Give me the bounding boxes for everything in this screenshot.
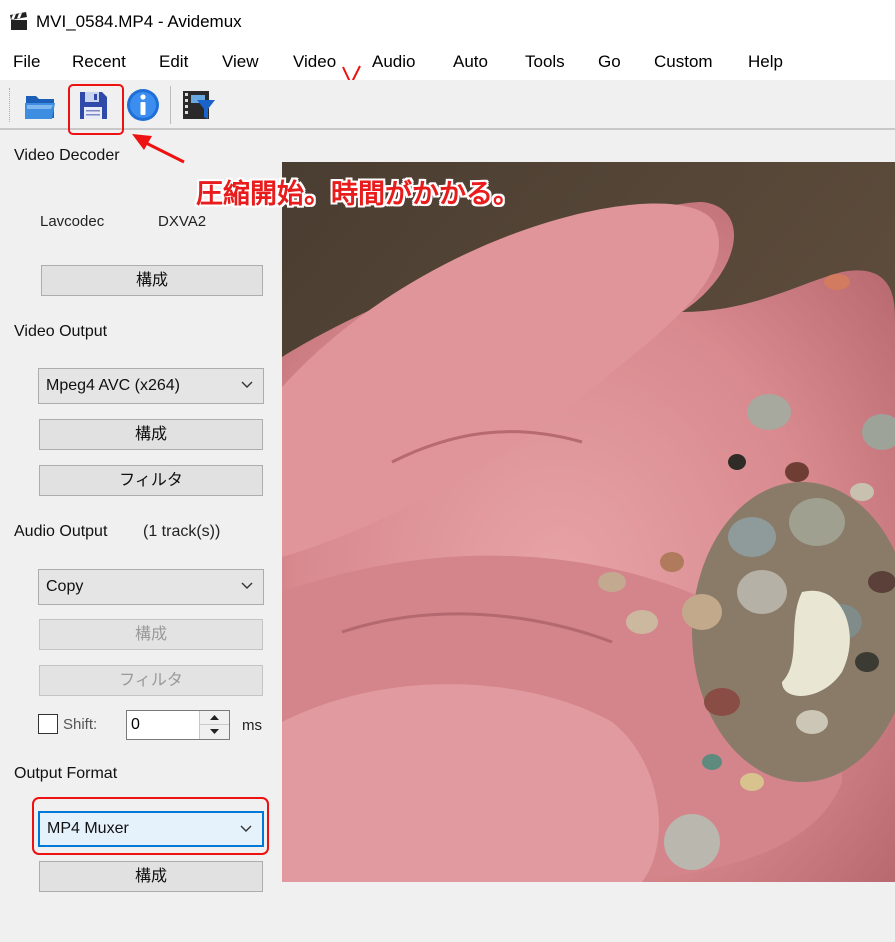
video-frame-image (282, 162, 895, 882)
video-encoder-value: Mpeg4 AVC (x264) (46, 377, 180, 394)
filter-icon[interactable] (180, 86, 218, 124)
triangle-down-icon (210, 729, 219, 734)
chevron-down-icon (241, 381, 253, 388)
annotation-text: 圧縮開始。時間がかかる。 (196, 179, 520, 209)
video-decoder-heading: Video Decoder (14, 147, 120, 164)
toolbar-grip (9, 88, 12, 122)
triangle-up-icon (210, 715, 219, 720)
spin-down-button[interactable] (200, 725, 229, 739)
menu-view[interactable]: View (222, 52, 259, 72)
menu-recent[interactable]: Recent (72, 52, 126, 72)
menu-audio[interactable]: Audio (372, 52, 415, 72)
audio-encoder-value: Copy (46, 578, 84, 595)
window-title: MVI_0584.MP4 - Avidemux (36, 12, 242, 31)
video-encoder-select[interactable]: Mpeg4 AVC (x264) (38, 368, 264, 404)
info-icon[interactable] (124, 86, 162, 124)
menu-edit[interactable]: Edit (159, 52, 188, 72)
menu-custom[interactable]: Custom (654, 52, 713, 72)
output-format-highlight (32, 797, 269, 855)
video-preview[interactable] (282, 162, 895, 882)
output-format-heading: Output Format (14, 765, 118, 782)
save-button-highlight (68, 84, 124, 135)
decoder-configure-button[interactable]: 構成 (41, 265, 263, 296)
video-configure-button[interactable]: 構成 (39, 419, 263, 450)
chevron-down-icon (241, 582, 253, 589)
menu-video[interactable]: Video (293, 52, 336, 72)
title-bar: MVI_0584.MP4 - Avidemux (0, 0, 895, 44)
clapperboard-icon (9, 12, 29, 32)
spin-up-button[interactable] (200, 711, 229, 725)
menu-go[interactable]: Go (598, 52, 621, 72)
shift-value: 0 (131, 716, 140, 733)
audio-configure-button[interactable]: 構成 (39, 619, 263, 650)
annotation-arrow (132, 134, 185, 164)
decoder-codec-label: Lavcodec (40, 213, 105, 230)
toolbar-separator (170, 86, 171, 124)
menu-tools[interactable]: Tools (525, 52, 565, 72)
toolbar (0, 80, 895, 130)
menu-help[interactable]: Help (748, 52, 783, 72)
shift-unit: ms (242, 717, 262, 734)
spin-buttons (199, 711, 229, 739)
open-folder-icon[interactable] (22, 86, 60, 124)
video-filter-button[interactable]: フィルタ (39, 465, 263, 496)
menu-file[interactable]: File (13, 52, 40, 72)
audio-track-count: (1 track(s)) (143, 523, 221, 540)
menu-auto[interactable]: Auto (453, 52, 488, 72)
audio-filter-button[interactable]: フィルタ (39, 665, 263, 696)
audio-output-heading: Audio Output (14, 523, 108, 540)
decoder-hw-label: DXVA2 (158, 213, 207, 230)
menu-bar: File Recent Edit View Video Audio Auto T… (0, 44, 895, 86)
shift-label: Shift: (63, 716, 98, 733)
shift-checkbox[interactable] (38, 714, 58, 734)
format-configure-button[interactable]: 構成 (39, 861, 263, 892)
audio-encoder-select[interactable]: Copy (38, 569, 264, 605)
shift-spinbox[interactable]: 0 (126, 710, 230, 740)
video-output-heading: Video Output (14, 323, 108, 340)
